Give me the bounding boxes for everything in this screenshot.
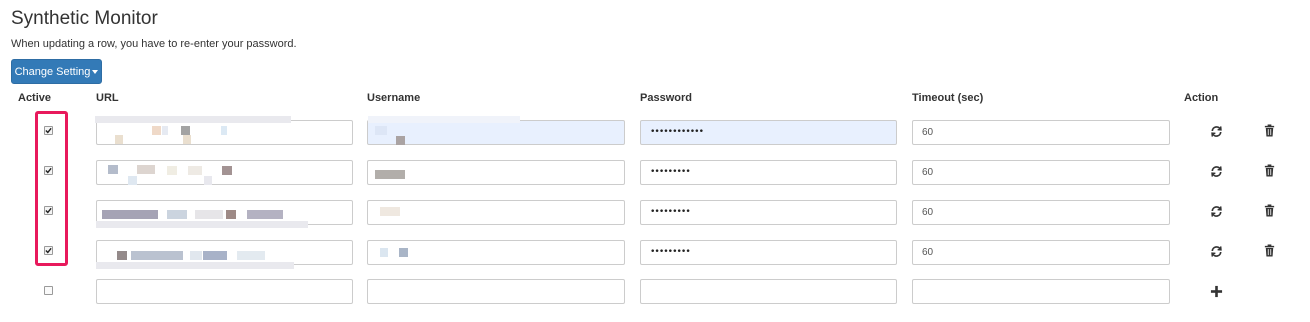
- header-timeout: Timeout (sec): [912, 92, 984, 104]
- active-checkbox[interactable]: [44, 286, 53, 295]
- change-setting-label: Change Setting: [14, 65, 91, 78]
- trash-icon[interactable]: [1263, 244, 1276, 257]
- url-input[interactable]: [96, 279, 353, 304]
- refresh-icon[interactable]: [1210, 165, 1223, 178]
- refresh-icon[interactable]: [1210, 125, 1223, 138]
- password-input[interactable]: ••••••••••••: [640, 120, 897, 145]
- active-column-highlight: [35, 111, 68, 266]
- caret-down-icon: [92, 69, 99, 74]
- timeout-input[interactable]: 60: [912, 200, 1170, 225]
- timeout-input[interactable]: 60: [912, 240, 1170, 265]
- trash-icon[interactable]: [1263, 124, 1276, 137]
- timeout-input[interactable]: 60: [912, 120, 1170, 145]
- header-url: URL: [96, 92, 119, 104]
- trash-icon[interactable]: [1263, 164, 1276, 177]
- page-subtitle: When updating a row, you have to re-ente…: [11, 38, 297, 50]
- header-password: Password: [640, 92, 692, 104]
- trash-icon[interactable]: [1263, 204, 1276, 217]
- change-setting-button[interactable]: Change Setting: [11, 59, 102, 84]
- password-input[interactable]: [640, 279, 897, 304]
- username-input[interactable]: [367, 160, 625, 185]
- timeout-input[interactable]: [912, 279, 1170, 304]
- timeout-input[interactable]: 60: [912, 160, 1170, 185]
- username-input[interactable]: [367, 279, 625, 304]
- password-input[interactable]: •••••••••: [640, 240, 897, 265]
- password-input[interactable]: •••••••••: [640, 160, 897, 185]
- username-input[interactable]: [367, 120, 625, 145]
- header-username: Username: [367, 92, 421, 104]
- header-active: Active: [18, 92, 52, 104]
- page-title: Synthetic Monitor: [11, 8, 158, 29]
- refresh-icon[interactable]: [1210, 245, 1223, 258]
- username-input[interactable]: [367, 200, 625, 225]
- password-input[interactable]: •••••••••: [640, 200, 897, 225]
- plus-icon[interactable]: [1210, 285, 1223, 298]
- refresh-icon[interactable]: [1210, 205, 1223, 218]
- header-action: Action: [1184, 92, 1219, 104]
